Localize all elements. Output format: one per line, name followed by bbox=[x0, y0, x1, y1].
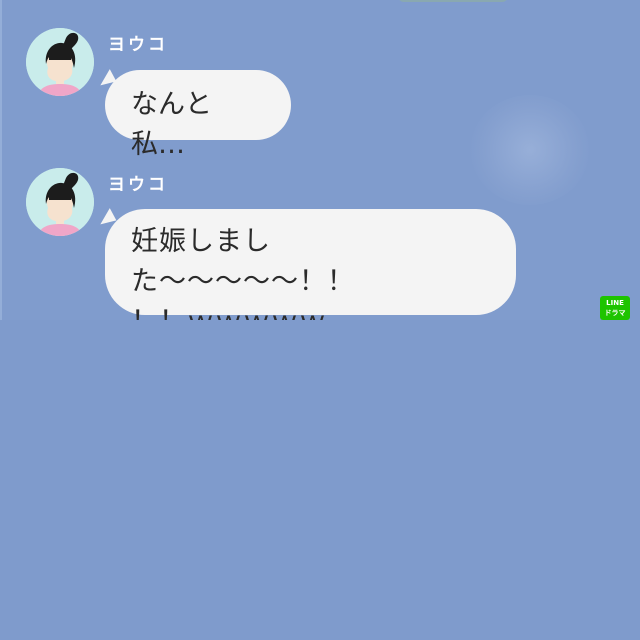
avatar-graphic bbox=[26, 28, 94, 96]
woman-ponytail-avatar-icon[interactable] bbox=[26, 28, 94, 96]
message-text: なんと私… bbox=[131, 89, 212, 160]
watermark-line-1: LINE bbox=[606, 299, 624, 307]
empty-background bbox=[0, 320, 640, 640]
chat-message: ヨウコ なんと私… bbox=[0, 28, 640, 160]
avatar-graphic bbox=[26, 168, 94, 236]
line-drama-logo-icon: LINE ドラマ bbox=[600, 296, 630, 320]
sender-name: ヨウコ bbox=[108, 35, 168, 55]
message-text-line-1: 妊娠しました〜〜〜〜〜！！ bbox=[131, 226, 355, 297]
message-text-line-2: ！！ｗｗｗｗｗ bbox=[131, 302, 490, 320]
sender-name: ヨウコ bbox=[108, 175, 168, 195]
chat-message: ヨウコ 妊娠しました〜〜〜〜〜！！ ！！ｗｗｗｗｗ bbox=[0, 168, 640, 320]
watermark-line-2: ドラマ bbox=[604, 309, 626, 317]
message-bubble[interactable]: 妊娠しました〜〜〜〜〜！！ ！！ｗｗｗｗｗ bbox=[105, 209, 516, 320]
previous-message-hint bbox=[398, 0, 508, 2]
message-bubble[interactable]: なんと私… bbox=[105, 70, 291, 160]
chat-screen: ヨウコ なんと私… ヨウコ 妊娠しました〜〜〜〜〜！！ LINE ドラマ bbox=[0, 0, 640, 640]
chat-view[interactable]: ヨウコ なんと私… ヨウコ 妊娠しました〜〜〜〜〜！！ LINE ドラマ bbox=[0, 0, 640, 320]
woman-ponytail-avatar-icon[interactable] bbox=[26, 168, 94, 236]
